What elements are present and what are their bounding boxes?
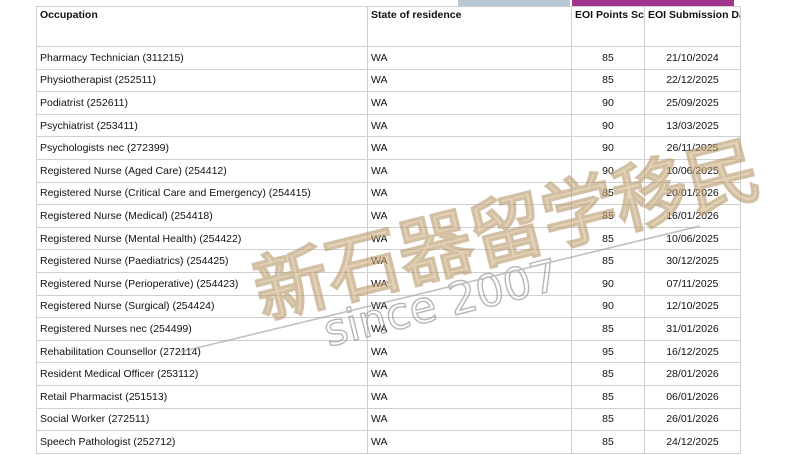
- header-score: EOI Points Score: [571, 6, 645, 47]
- header-date: EOI Submission Date: [644, 6, 741, 47]
- cell-score: 90: [571, 294, 645, 319]
- cell-score: 90: [571, 91, 645, 115]
- cell-score: 85: [571, 226, 645, 251]
- cell-state: WA: [367, 91, 572, 115]
- table-row: Registered Nurse (Mental Health) (254422…: [36, 226, 741, 251]
- cell-date: 12/10/2025: [644, 294, 741, 319]
- table-row: Registered Nurse (Medical) (254418) WA 85 1…: [36, 204, 741, 228]
- cell-score: 85: [571, 204, 645, 228]
- cell-occupation: Pharmacy Technician (311215): [36, 46, 368, 70]
- cell-state: WA: [367, 317, 572, 341]
- cell-occupation: Speech Pathologist (252712): [36, 430, 368, 454]
- cell-date: 16/12/2025: [644, 339, 741, 364]
- cell-date: 26/11/2025: [644, 136, 741, 160]
- cell-state: WA: [367, 204, 572, 228]
- cell-date: 21/10/2024: [644, 46, 741, 70]
- table-row: Pharmacy Technician (311215) WA 85 21/10/20…: [36, 46, 741, 70]
- cell-occupation: Podiatrist (252611): [36, 91, 368, 115]
- cell-date: 28/01/2026: [644, 362, 741, 386]
- cell-state: WA: [367, 339, 572, 364]
- cell-score: 85: [571, 68, 645, 93]
- cell-occupation: Registered Nurse (Paediatrics) (254425): [36, 249, 368, 273]
- cell-state: WA: [367, 249, 572, 273]
- cell-date: 06/01/2026: [644, 384, 741, 409]
- cell-state: WA: [367, 181, 572, 206]
- cell-date: 31/01/2026: [644, 317, 741, 341]
- cell-score: 85: [571, 430, 645, 454]
- cell-score: 85: [571, 46, 645, 70]
- cell-occupation: Resident Medical Officer (253112): [36, 362, 368, 386]
- cell-date: 16/01/2026: [644, 204, 741, 228]
- table-header-row: Occupation State of residence EOI Points…: [36, 6, 741, 47]
- eoi-table: Occupation State of residence EOI Points…: [36, 6, 741, 454]
- cell-occupation: Rehabilitation Counsellor (272114): [36, 339, 368, 364]
- cell-date: 20/01/2026: [644, 181, 741, 206]
- header-occupation: Occupation: [36, 6, 368, 47]
- cell-score: 90: [571, 271, 645, 296]
- table-row: Psychologists nec (272399) WA 90 26/11/2025: [36, 136, 741, 160]
- cell-occupation: Registered Nurse (Medical) (254418): [36, 204, 368, 228]
- header-state: State of residence: [367, 6, 572, 47]
- table-row: Resident Medical Officer (253112) WA 85 28/…: [36, 362, 741, 386]
- cell-occupation: Registered Nurses nec (254499): [36, 317, 368, 341]
- cell-state: WA: [367, 384, 572, 409]
- cell-state: WA: [367, 46, 572, 70]
- cell-score: 85: [571, 407, 645, 432]
- table-row: Podiatrist (252611) WA 90 25/09/2025: [36, 91, 741, 115]
- table-row: Registered Nurses nec (254499) WA 85 31/01/…: [36, 317, 741, 341]
- cell-state: WA: [367, 68, 572, 93]
- cell-date: 07/11/2025: [644, 271, 741, 296]
- cell-date: 25/09/2025: [644, 91, 741, 115]
- cell-score: 85: [571, 384, 645, 409]
- cell-occupation: Social Worker (272511): [36, 407, 368, 432]
- cell-occupation: Registered Nurse (Mental Health) (254422…: [36, 226, 368, 251]
- cell-state: WA: [367, 362, 572, 386]
- cell-score: 85: [571, 362, 645, 386]
- cell-state: WA: [367, 430, 572, 454]
- table-row: Registered Nurse (Aged Care) (254412) WA 9…: [36, 158, 741, 183]
- table-row: Speech Pathologist (252712) WA 85 24/12/202…: [36, 430, 741, 454]
- table-row: Rehabilitation Counsellor (272114) WA 95 16…: [36, 339, 741, 364]
- cell-occupation: Registered Nurse (Surgical) (254424): [36, 294, 368, 319]
- cell-occupation: Registered Nurse (Aged Care) (254412): [36, 158, 368, 183]
- cell-score: 90: [571, 158, 645, 183]
- cell-date: 22/12/2025: [644, 68, 741, 93]
- cell-score: 85: [571, 249, 645, 273]
- cell-occupation: Physiotherapist (252511): [36, 68, 368, 93]
- cell-score: 85: [571, 317, 645, 341]
- table-row: Registered Nurse (Surgical) (254424) WA 90…: [36, 294, 741, 319]
- table-row: Social Worker (272511) WA 85 26/01/2026: [36, 407, 741, 432]
- cell-state: WA: [367, 294, 572, 319]
- table-row: Registered Nurse (Critical Care and Emer…: [36, 181, 741, 206]
- table-row: Registered Nurse (Paediatrics) (254425) W…: [36, 249, 741, 273]
- cell-state: WA: [367, 158, 572, 183]
- cell-date: 26/01/2026: [644, 407, 741, 432]
- cell-occupation: Registered Nurse (Perioperative) (254423…: [36, 271, 368, 296]
- cell-date: 10/06/2025: [644, 226, 741, 251]
- table-row: Registered Nurse (Perioperative) (254423…: [36, 271, 741, 296]
- cell-occupation: Psychiatrist (253411): [36, 113, 368, 138]
- cell-score: 90: [571, 113, 645, 138]
- cell-score: 95: [571, 339, 645, 364]
- cell-occupation: Psychologists nec (272399): [36, 136, 368, 160]
- cell-score: 85: [571, 181, 645, 206]
- cell-date: 10/06/2025: [644, 158, 741, 183]
- cell-date: 13/03/2025: [644, 113, 741, 138]
- table-row: Physiotherapist (252511) WA 85 22/12/2025: [36, 68, 741, 93]
- cell-state: WA: [367, 226, 572, 251]
- cell-occupation: Retail Pharmacist (251513): [36, 384, 368, 409]
- table-row: Retail Pharmacist (251513) WA 85 06/01/2026: [36, 384, 741, 409]
- cell-state: WA: [367, 271, 572, 296]
- table-row: Psychiatrist (253411) WA 90 13/03/2025: [36, 113, 741, 138]
- cell-date: 30/12/2025: [644, 249, 741, 273]
- cell-date: 24/12/2025: [644, 430, 741, 454]
- cell-occupation: Registered Nurse (Critical Care and Emer…: [36, 181, 368, 206]
- cell-score: 90: [571, 136, 645, 160]
- cell-state: WA: [367, 113, 572, 138]
- cell-state: WA: [367, 136, 572, 160]
- cell-state: WA: [367, 407, 572, 432]
